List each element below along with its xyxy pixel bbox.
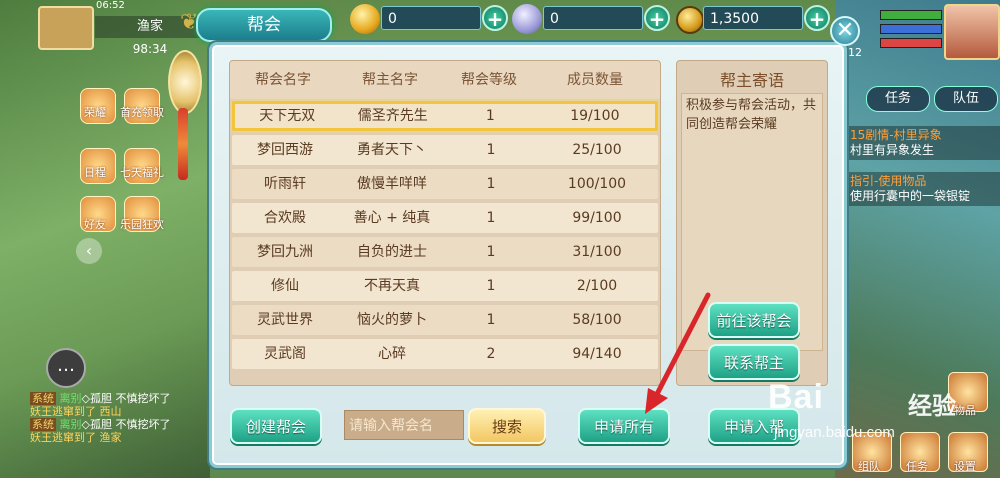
- apply-join-button[interactable]: 申请入帮: [708, 408, 800, 444]
- table-row[interactable]: 听雨轩 傲慢羊咩咩 1 100/100: [232, 169, 658, 199]
- gold-ingot-icon: [350, 4, 380, 34]
- guild-table: 帮会名字 帮主名字 帮会等级 成员数量 天下无双 儒圣齐先生 1 19/100 …: [229, 60, 661, 386]
- friends-label: 好友: [84, 218, 106, 231]
- header-guild-level: 帮会等级: [461, 72, 517, 88]
- add-gold-button[interactable]: +: [482, 5, 508, 31]
- settings-label: 设置: [954, 460, 976, 473]
- task-tab[interactable]: 任务: [866, 86, 930, 112]
- hp-bar: [880, 10, 942, 20]
- tassel-ornament-icon: [168, 50, 202, 114]
- silver-amount: 0: [543, 6, 643, 30]
- paradise-label: 乐园狂欢: [120, 218, 164, 231]
- leader-message-title: 帮主寄语: [719, 71, 784, 90]
- gold-amount: 0: [381, 6, 481, 30]
- add-silver-button[interactable]: +: [644, 5, 670, 31]
- header-member-count: 成员数量: [567, 72, 623, 88]
- table-row[interactable]: 灵武世界 恼火的萝卜 1 58/100: [232, 305, 658, 335]
- header-guild-name: 帮会名字: [255, 72, 311, 88]
- tasks-label: 任务: [906, 460, 928, 473]
- seven-day-gift-label: 七天福礼: [120, 166, 164, 179]
- items-label: 物品: [954, 404, 976, 417]
- table-row[interactable]: 梦回西游 勇者天下丶 1 25/100: [232, 135, 658, 165]
- search-button[interactable]: 搜索: [468, 408, 546, 444]
- create-guild-button[interactable]: 创建帮会: [230, 408, 322, 444]
- table-header: 帮会名字 帮主名字 帮会等级 成员数量: [230, 61, 660, 99]
- add-coin-button[interactable]: +: [804, 5, 830, 31]
- xp-bar: [880, 38, 942, 48]
- level-tag: 12: [848, 46, 862, 59]
- window-title: 帮会: [196, 8, 332, 42]
- quest-item[interactable]: 15剧情-村里异象 村里有异象发生: [846, 126, 1000, 160]
- goto-guild-button[interactable]: 前往该帮会: [708, 302, 800, 338]
- collapse-left-icon[interactable]: ‹: [76, 238, 102, 264]
- chat-line: 妖王逃窜到了 渔家: [30, 431, 122, 444]
- team-tab[interactable]: 队伍: [934, 86, 998, 112]
- coin-amount: 1,3500: [703, 6, 803, 30]
- table-row[interactable]: 天下无双 儒圣齐先生 1 19/100: [232, 101, 658, 131]
- chat-line: 系统 离别◇孤胆 不慎挖坏了: [30, 418, 171, 431]
- close-button[interactable]: ✕: [830, 16, 860, 46]
- hero-portrait[interactable]: [944, 4, 1000, 60]
- table-row[interactable]: 合欢殿 善心 + 纯真 1 99/100: [232, 203, 658, 233]
- player-avatar[interactable]: [38, 6, 94, 50]
- coin-icon: [676, 6, 704, 34]
- apply-all-button[interactable]: 申请所有: [578, 408, 670, 444]
- first-recharge-label: 首充领取: [120, 106, 164, 119]
- silver-ingot-icon: [512, 4, 542, 34]
- mp-bar: [880, 24, 942, 34]
- chat-icon[interactable]: …: [46, 348, 86, 388]
- chat-log: 系统 离别◇孤胆 不慎挖坏了 妖王逃窜到了 西山 系统 离别◇孤胆 不慎挖坏了 …: [30, 392, 210, 444]
- contact-leader-button[interactable]: 联系帮主: [708, 344, 800, 380]
- clock: 06:52: [96, 0, 125, 11]
- schedule-label: 日程: [84, 166, 106, 179]
- chat-line: 系统 离别◇孤胆 不慎挖坏了: [30, 392, 171, 405]
- quest-item[interactable]: 指引-使用物品 使用行囊中的一袋银锭: [846, 172, 1000, 206]
- table-row[interactable]: 灵武阁 心碎 2 94/140: [232, 339, 658, 369]
- tassel-tail-icon: [178, 108, 188, 180]
- guild-search-input[interactable]: [344, 410, 464, 440]
- header-leader-name: 帮主名字: [362, 72, 418, 88]
- honor-label: 荣耀: [84, 106, 106, 119]
- table-row[interactable]: 修仙 不再天真 1 2/100: [232, 271, 658, 301]
- chat-line: 妖王逃窜到了 西山: [30, 405, 122, 418]
- group-label: 组队: [858, 460, 880, 473]
- table-row[interactable]: 梦回九洲 自负的进士 1 31/100: [232, 237, 658, 267]
